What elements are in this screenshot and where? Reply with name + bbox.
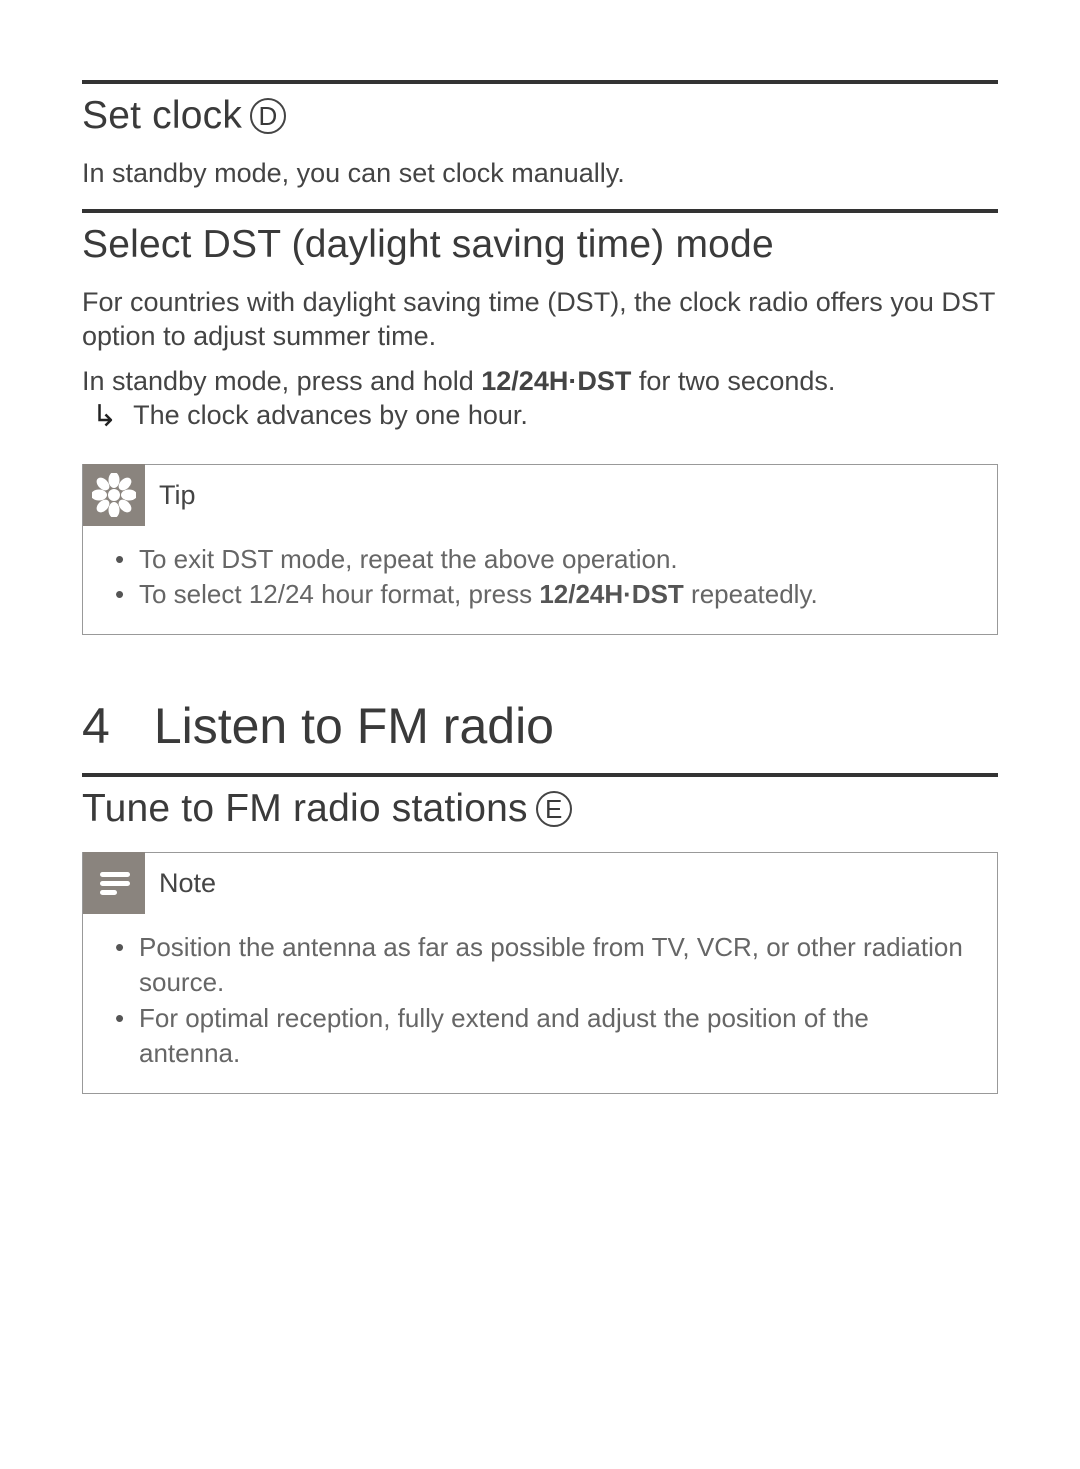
divider: [82, 209, 998, 213]
note-item-text: For optimal reception, fully extend and …: [139, 1003, 869, 1068]
body-text: For countries with daylight saving time …: [82, 285, 998, 354]
button-label: 12/24H·DST: [539, 579, 684, 609]
tip-item-text: To exit DST mode, repeat the above opera…: [139, 544, 678, 574]
ref-letter-icon: D: [250, 98, 286, 134]
heading-tune: Tune to FM radio stations E: [82, 787, 998, 831]
heading-text: Set clock: [82, 94, 242, 138]
instr-pre: In standby mode, press and hold: [82, 366, 481, 396]
note-item-text: Position the antenna as far as possible …: [139, 932, 963, 997]
chapter-heading: 4 Listen to FM radio: [82, 697, 998, 755]
result-text: The clock advances by one hour.: [133, 400, 528, 431]
section-dst: Select DST (daylight saving time) mode F…: [82, 209, 998, 434]
ref-letter-icon: E: [536, 791, 572, 827]
heading-text: Tune to FM radio stations: [82, 787, 528, 831]
tip-item-pre: To select 12/24 hour format, press: [139, 579, 539, 609]
heading-dst: Select DST (daylight saving time) mode: [82, 223, 998, 267]
tip-icon: [83, 464, 145, 526]
tip-body: To exit DST mode, repeat the above opera…: [83, 526, 997, 634]
instr-post: for two seconds.: [631, 366, 835, 396]
note-icon: [83, 852, 145, 914]
instruction-line: In standby mode, press and hold 12/24H·D…: [82, 364, 998, 399]
divider: [82, 773, 998, 777]
callout-tab: Note: [83, 852, 997, 914]
section-set-clock: Set clock D In standby mode, you can set…: [82, 80, 998, 191]
heading-set-clock: Set clock D: [82, 94, 998, 138]
chapter-title: Listen to FM radio: [154, 697, 554, 755]
note-callout: Note Position the antenna as far as poss…: [82, 852, 998, 1093]
note-label: Note: [159, 868, 216, 899]
tip-item-post: repeatedly.: [684, 579, 818, 609]
body-text: In standby mode, you can set clock manua…: [82, 156, 998, 191]
tip-label: Tip: [159, 480, 196, 511]
heading-text: Select DST (daylight saving time) mode: [82, 223, 774, 267]
tip-callout: Tip To exit DST mode, repeat the above o…: [82, 464, 998, 635]
tip-item: To select 12/24 hour format, press 12/24…: [111, 577, 969, 612]
note-item: For optimal reception, fully extend and …: [111, 1001, 969, 1071]
note-body: Position the antenna as far as possible …: [83, 914, 997, 1092]
note-item: Position the antenna as far as possible …: [111, 930, 969, 1000]
tip-item: To exit DST mode, repeat the above opera…: [111, 542, 969, 577]
chapter-number: 4: [82, 697, 110, 755]
result-arrow-icon: ↳: [92, 400, 117, 433]
result-line: ↳ The clock advances by one hour.: [82, 400, 998, 433]
callout-tab: Tip: [83, 464, 997, 526]
divider: [82, 80, 998, 84]
button-label: 12/24H·DST: [481, 366, 631, 396]
section-tune: Tune to FM radio stations E: [82, 773, 998, 831]
